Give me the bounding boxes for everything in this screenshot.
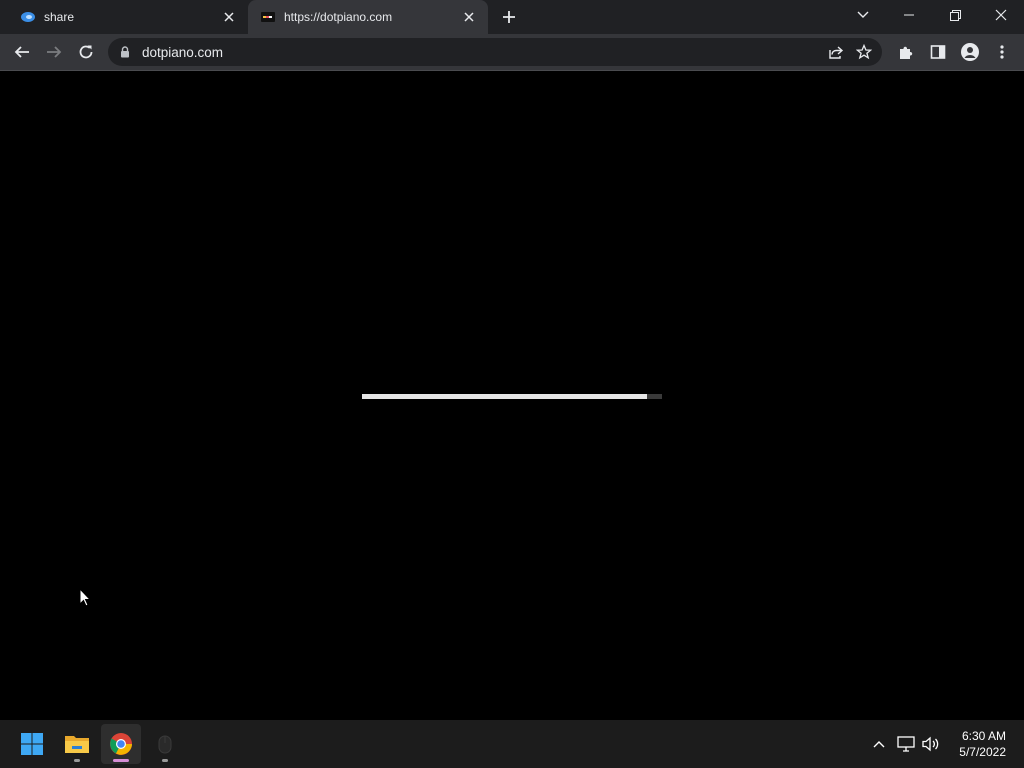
tab-share[interactable]: share [8,0,248,34]
plus-icon [503,11,515,23]
close-window-button[interactable] [978,0,1024,30]
clock-date: 5/7/2022 [959,745,1006,759]
network-icon [897,736,915,752]
side-panel-button[interactable] [924,38,952,66]
page-content [0,71,1024,720]
puzzle-icon [900,46,913,59]
show-hidden-icons-button[interactable] [870,732,888,756]
edge-share-icon [20,9,36,25]
share-icon[interactable] [822,38,850,66]
chrome-icon [110,733,132,755]
screen: share https://dotpiano.com dotpiano.com … [0,0,1024,768]
kebab-menu-icon [1000,45,1004,59]
new-tab-button[interactable] [498,6,520,28]
loading-progress-bar [362,394,662,399]
volume-icon [922,736,939,752]
mouse-app-icon [158,735,172,754]
profile-button[interactable] [956,38,984,66]
volume-button[interactable] [920,732,942,756]
active-indicator [113,759,129,762]
minimize-icon [904,14,914,16]
start-button[interactable] [12,724,52,764]
running-indicator [162,759,168,762]
mouse-cursor-icon [79,587,92,612]
tab-strip: share https://dotpiano.com [0,0,1024,34]
forward-button[interactable] [40,38,68,66]
loading-progress-fill [362,394,647,399]
restore-button[interactable] [932,0,978,30]
dotpiano-icon [260,9,276,25]
star-icon[interactable] [850,38,878,66]
url-text[interactable]: dotpiano.com [142,45,822,60]
running-indicator [74,759,80,762]
tab-dotpiano[interactable]: https://dotpiano.com [248,0,488,34]
lock-icon[interactable] [120,46,134,58]
profile-icon [961,43,979,61]
file-explorer-icon [65,736,89,753]
tab-close-icon[interactable] [460,8,478,26]
clock-time: 6:30 AM [961,729,1006,743]
network-button[interactable] [896,732,916,756]
extensions-button[interactable] [892,38,920,66]
menu-button[interactable] [988,38,1016,66]
tab-title: https://dotpiano.com [284,10,393,24]
file-explorer-button[interactable] [57,724,97,764]
mouse-app-button[interactable] [145,724,185,764]
taskbar: 6:30 AM 5/7/2022 [0,720,1024,768]
reload-icon [79,45,93,59]
back-button[interactable] [8,38,36,66]
windows-start-icon [21,733,43,755]
tab-close-icon[interactable] [220,8,238,26]
chrome-taskbar-button[interactable] [101,724,141,764]
back-arrow-icon [14,46,29,58]
side-panel-icon [930,45,946,59]
forward-arrow-icon [47,46,62,58]
chevron-down-icon [857,11,869,18]
address-bar[interactable]: dotpiano.com [108,38,882,66]
restore-icon [949,9,961,21]
close-icon [995,9,1007,21]
minimize-button[interactable] [886,0,932,30]
reload-button[interactable] [72,38,100,66]
chevron-up-icon [873,741,885,748]
system-clock[interactable]: 6:30 AM 5/7/2022 [959,728,1006,760]
browser-toolbar: dotpiano.com [0,34,1024,71]
tab-search-button[interactable] [840,0,886,30]
tab-title: share [44,10,75,24]
